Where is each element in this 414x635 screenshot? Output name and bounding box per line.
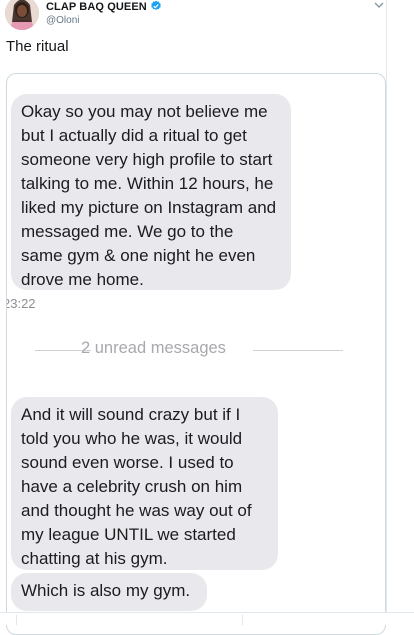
chevron-down-icon[interactable] — [372, 0, 386, 12]
user-handle[interactable]: @Oloni — [46, 15, 80, 26]
unread-messages-label: 2 unread messages — [81, 339, 226, 357]
embedded-screenshot[interactable]: Okay so you may not believe me but I act… — [6, 73, 386, 635]
verified-badge-icon — [151, 0, 161, 11]
tweet-header: CLAP BAQ QUEEN @Oloni — [0, 0, 414, 34]
tweet-text: The ritual — [6, 38, 69, 55]
divider-line — [253, 350, 343, 351]
message-bubble: And it will sound crazy but if I told yo… — [11, 397, 278, 570]
display-name-text[interactable]: CLAP BAQ QUEEN — [46, 1, 147, 13]
display-name[interactable]: CLAP BAQ QUEEN — [46, 0, 162, 13]
message-bubble: Which is also my gym. — [11, 573, 207, 611]
message-bubble: Okay so you may not believe me but I act… — [11, 94, 291, 290]
tweet-actions-bar — [0, 612, 414, 625]
scroll-rail — [386, 0, 387, 624]
message-timestamp: 23:22 — [6, 296, 36, 311]
avatar[interactable] — [5, 0, 39, 30]
